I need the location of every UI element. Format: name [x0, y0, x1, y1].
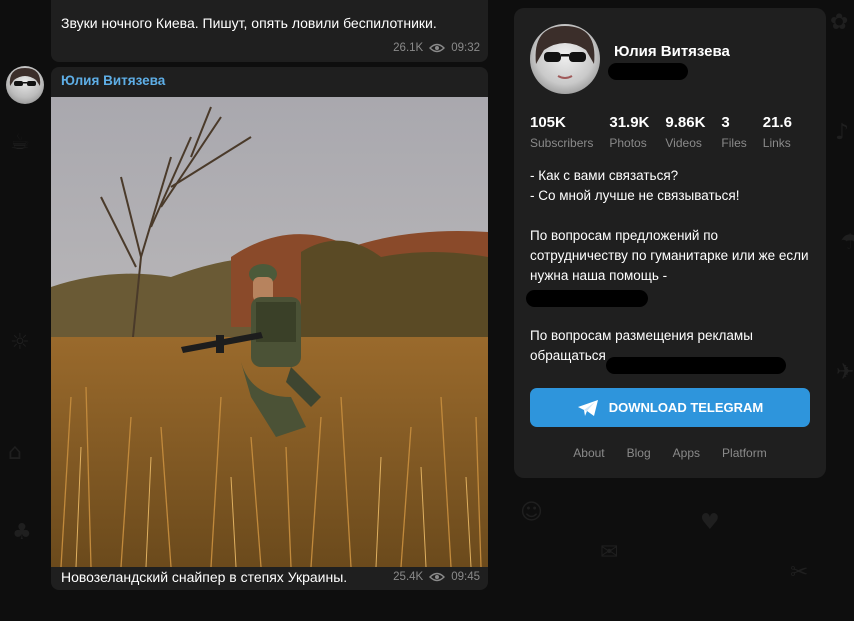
- stat-subscribers: 105K Subscribers: [530, 114, 594, 150]
- channel-description: - Как с вами связаться? - Со мной лучше …: [530, 168, 809, 363]
- message-author[interactable]: Юлия Витязева: [61, 73, 165, 88]
- eye-icon: [429, 572, 446, 582]
- channel-stats: 105K Subscribers 31.9K Photos 9.86K Vide…: [530, 114, 793, 150]
- channel-info-panel: Юлия Витязева 105K Subscribers 31.9K Pho…: [514, 8, 826, 478]
- footer-link-apps[interactable]: Apps: [673, 446, 700, 460]
- channel-avatar: [530, 24, 600, 94]
- message-text: Новозеландский снайпер в степях Украины.: [61, 569, 348, 585]
- message-text: Звуки ночного Киева. Пишут, опять ловили…: [61, 15, 437, 31]
- stat-links[interactable]: 21.6 Links: [763, 114, 793, 150]
- panel-footer: About Blog Apps Platform: [514, 446, 826, 460]
- stat-videos[interactable]: 9.86K Videos: [665, 114, 705, 150]
- message-bubble: Звуки ночного Киева. Пишут, опять ловили…: [51, 0, 488, 62]
- redacted-contact-link: [526, 290, 648, 307]
- message-photo[interactable]: [51, 97, 488, 621]
- redacted-ads-contact: [606, 357, 786, 374]
- download-telegram-button[interactable]: DOWNLOAD TELEGRAM: [530, 388, 810, 427]
- redacted-username: [608, 63, 688, 80]
- view-count: 26.1K: [393, 42, 424, 54]
- message-time: 09:45: [451, 571, 480, 583]
- download-telegram-label: DOWNLOAD TELEGRAM: [608, 400, 764, 415]
- telegram-plane-icon: [577, 399, 598, 416]
- stat-photos[interactable]: 31.9K Photos: [609, 114, 649, 150]
- author-avatar[interactable]: [6, 66, 44, 104]
- stat-files[interactable]: 3 Files: [721, 114, 746, 150]
- channel-name: Юлия Витязева: [614, 43, 730, 60]
- footer-link-platform[interactable]: Platform: [722, 446, 767, 460]
- message-time: 09:32: [451, 42, 480, 54]
- message-meta: 25.4K 09:45: [393, 571, 480, 583]
- footer-link-about[interactable]: About: [573, 446, 604, 460]
- eye-icon: [429, 43, 446, 53]
- message-bubble: Юлия Витязева Новозеландский снайпер в с…: [51, 67, 488, 590]
- view-count: 25.4K: [393, 571, 424, 583]
- footer-link-blog[interactable]: Blog: [627, 446, 651, 460]
- message-meta: 26.1K 09:32: [393, 42, 480, 54]
